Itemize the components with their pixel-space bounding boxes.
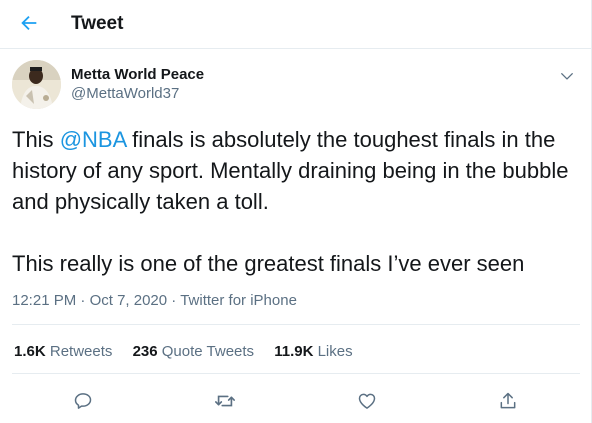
divider — [12, 373, 580, 374]
quote-tweets-stat[interactable]: 236 Quote Tweets — [133, 343, 254, 360]
meta-separator: · — [167, 292, 181, 309]
author-name[interactable]: Metta World Peace — [71, 66, 204, 84]
tweet-page: Tweet Metta World Peace @MettaWorld37 Th… — [0, 0, 592, 423]
tweet-meta: 12:21 PM · Oct 7, 2020 · Twitter for iPh… — [12, 292, 297, 309]
tweet-stats: 1.6K Retweets 236 Quote Tweets 11.9K Lik… — [14, 343, 369, 360]
quote-tweets-count: 236 — [132, 343, 158, 360]
retweet-icon — [215, 395, 235, 407]
avatar[interactable] — [12, 60, 61, 109]
arrow-left-icon — [21, 15, 37, 31]
tweet-time[interactable]: 12:21 PM — [12, 292, 76, 309]
retweets-stat[interactable]: 1.6K Retweets — [14, 343, 112, 360]
more-options-button[interactable] — [557, 66, 577, 86]
tweet-date[interactable]: Oct 7, 2020 — [90, 292, 168, 309]
likes-count: 11.9K — [274, 343, 314, 360]
likes-stat[interactable]: 11.9K Likes — [274, 343, 352, 360]
quote-tweets-label: Quote Tweets — [161, 343, 255, 360]
likes-label: Likes — [317, 343, 353, 360]
tweet-actions — [0, 385, 592, 417]
mention-link[interactable]: @NBA — [60, 127, 126, 152]
reply-icon — [74, 393, 92, 409]
chevron-down-icon — [561, 73, 573, 80]
header: Tweet — [0, 0, 592, 49]
share-icon — [500, 392, 516, 409]
tweet-author: Metta World Peace @MettaWorld37 — [12, 60, 591, 114]
tweet-text-start: This — [12, 127, 60, 152]
author-handle[interactable]: @MettaWorld37 — [71, 84, 204, 104]
author-names: Metta World Peace @MettaWorld37 — [71, 66, 204, 104]
page-title: Tweet — [71, 13, 124, 34]
retweet-button[interactable] — [209, 385, 241, 417]
retweets-label: Retweets — [49, 343, 113, 360]
divider — [12, 324, 580, 325]
reply-button[interactable] — [67, 385, 99, 417]
meta-separator: · — [76, 292, 90, 309]
retweets-count: 1.6K — [14, 343, 46, 360]
like-button[interactable] — [351, 385, 383, 417]
tweet-source[interactable]: Twitter for iPhone — [180, 292, 297, 309]
share-button[interactable] — [492, 385, 524, 417]
tweet-text: This @NBA finals is absolutely the tough… — [12, 124, 587, 279]
back-button[interactable] — [12, 6, 46, 40]
like-icon — [358, 393, 376, 409]
avatar-image — [12, 60, 61, 109]
